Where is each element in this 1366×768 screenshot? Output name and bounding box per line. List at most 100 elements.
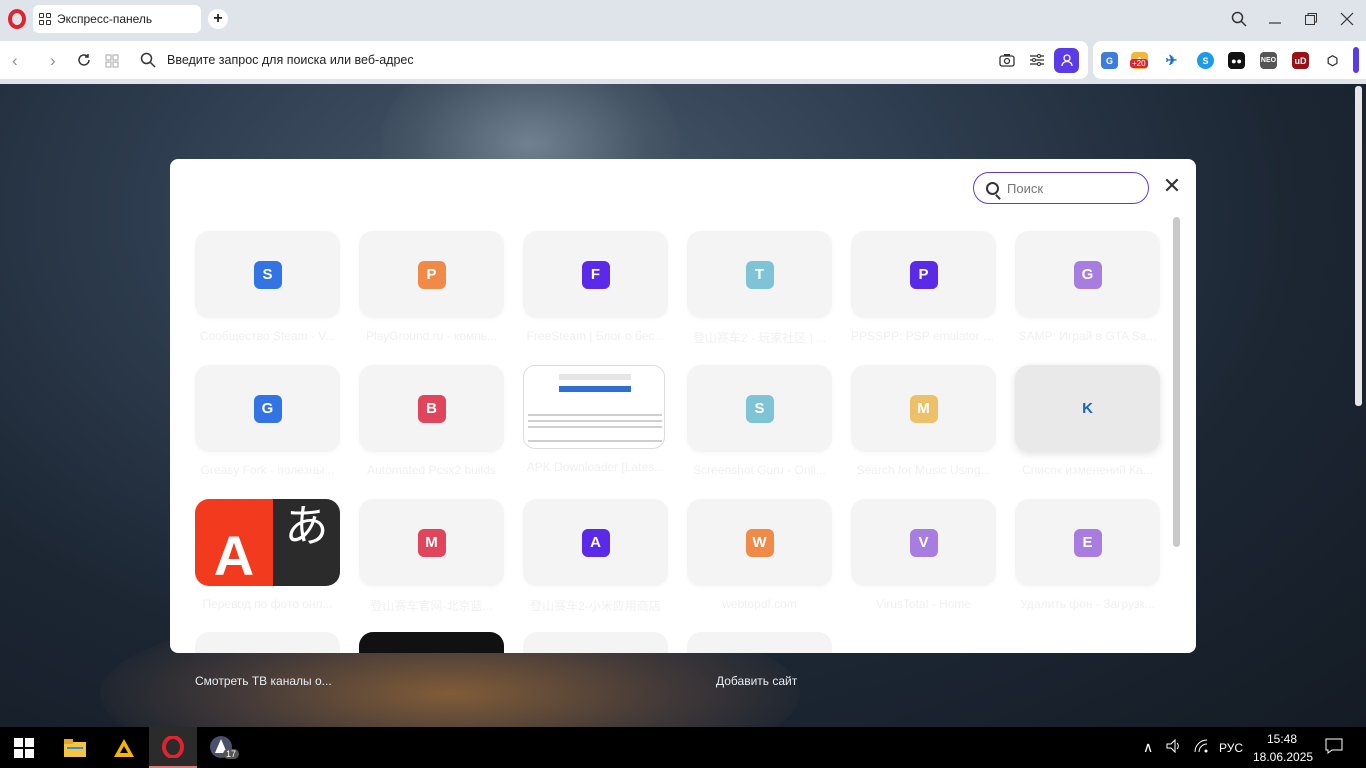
profile-button[interactable] [1054,48,1079,73]
neo-extension-icon[interactable]: NEO [1260,52,1277,69]
volume-icon[interactable] [1166,738,1182,757]
ublock-origin-icon[interactable]: uD [1292,52,1309,69]
search-tabs-icon[interactable] [1228,8,1250,30]
speed-dial-tile[interactable]: E Удалить фон - Загрузк... [1015,499,1160,611]
tab-title: Экспресс-панель [57,12,153,26]
address-input[interactable]: Введите запрос для поиска или веб-адрес [167,53,414,67]
tv-channels-label[interactable]: Смотреть ТВ каналы о... [195,674,332,688]
show-hidden-icons[interactable]: ∧ [1143,739,1153,756]
speed-dial-tile[interactable]: M Search for Music Using... [851,365,996,477]
close-dialog-icon[interactable]: ✕ [1162,175,1182,197]
start-button[interactable] [0,727,48,768]
tab-speed-dial[interactable]: Экспресс-панель [33,5,201,33]
tile-letter-icon: G [253,394,282,423]
shazam-extension-icon[interactable]: S [1197,52,1214,69]
minimize-icon[interactable] [1264,8,1286,30]
extension-badge: +20 [1130,59,1148,68]
tile-screenshot [523,365,665,449]
clock-date[interactable]: 18.06.2025 [1253,750,1313,764]
tile-letter-icon: P [417,260,446,289]
tab-grid-icon[interactable] [105,53,119,73]
tile-title: Automated Pcsx2 builds [367,463,496,477]
speed-dial-tile[interactable]: V VirusTotal - Home [851,499,996,611]
tile-thumbnail: P [359,231,504,318]
windows-taskbar: 17 ∧ РУС 15:48 18.06.2025 [0,727,1366,768]
notifications-icon[interactable] [1325,738,1343,757]
tile-thumbnail: V [851,499,996,586]
tile-thumbnail: S [195,231,340,318]
tile-thumbnail: P [851,231,996,318]
tile-title: webtopdf.com [722,597,797,611]
easy-setup-icon[interactable] [1029,53,1045,71]
tile-thumbnail: W [687,499,832,586]
speed-dial-tile[interactable]: F FreeSteam | Блог о бес... [523,231,668,343]
forward-icon[interactable]: › [50,51,56,71]
camera-icon[interactable] [999,53,1015,71]
tile-title: Список изменений Ка... [1022,463,1153,477]
tile-letter-icon: K [1082,400,1093,417]
speed-dial-tile[interactable]: S Сообщество Steam - V... [195,231,340,343]
add-site-label[interactable]: Добавить сайт [716,674,797,688]
tile-title: 登山赛车2 - 玩家社区 | ... [692,331,827,345]
tile-title: Сообщество Steam - V... [199,329,336,343]
speed-dial-tile[interactable]: S Screenshot Guru - Onli... [687,365,832,477]
translate-latin-glyph: A [195,499,273,586]
tile-thumbnail: G [195,365,340,452]
speed-dial-search[interactable] [973,172,1149,204]
tile-thumbnail: T [687,231,832,318]
dialog-scrollbar[interactable] [1173,217,1180,547]
app-triangle-button[interactable] [101,727,147,768]
partial-tile [359,632,504,653]
tile-letter-icon: V [909,528,938,557]
tampermonkey-extension-icon[interactable]: ●● [1228,52,1245,69]
speed-dial-tile[interactable]: A 登山赛车2-小米应用商店 [523,499,668,614]
speed-dial-tile[interactable]: P PlayGround.ru - компь... [359,231,504,343]
network-icon[interactable] [1193,738,1209,757]
plane-extension-icon[interactable]: ✈ [1163,52,1180,69]
notification-count-badge: 17 [223,749,240,759]
tile-thumbnail: M [851,365,996,452]
speed-dial-tile[interactable]: G SAMP: Играй в GTA Sa... [1015,231,1160,343]
translate-app-thumbnail: A あ [195,499,340,586]
speed-dial-tile[interactable]: B Automated Pcsx2 builds [359,365,504,477]
speed-dial-search-input[interactable] [1007,180,1137,196]
tile-thumbnail: B [359,365,504,452]
speed-dial-tile[interactable]: P PPSSPP: PSP emulator f... [851,231,996,343]
clock-time[interactable]: 15:48 [1267,732,1297,746]
partial-tile [687,632,832,653]
translator-extension-icon[interactable]: G [1101,52,1118,69]
speed-dial-tile[interactable]: APK Downloader [Lates... [523,365,668,474]
user-icon [1060,54,1073,67]
tile-thumbnail: F [523,231,668,318]
speed-dial-tile[interactable]: K Список изменений Ка... [1015,365,1160,477]
speed-dial-tile[interactable]: G Greasy Fork - полезны... [195,365,340,477]
tile-letter-icon: E [1073,528,1102,557]
opera-logo-icon[interactable] [8,9,26,29]
back-icon[interactable]: ‹ [12,51,18,71]
windows-logo-icon [14,737,34,758]
pinned-app-button[interactable]: 17 [201,727,243,768]
reload-icon[interactable] [77,52,91,72]
new-tab-button[interactable]: + [208,9,228,29]
opera-taskbar-button[interactable] [149,727,197,768]
extensions-cube-icon[interactable]: ⬡ [1324,52,1341,69]
tile-thumbnail: G [1015,231,1160,318]
speed-dial-tile[interactable]: Wwebtopdf.com [687,499,832,611]
page-scrollbar[interactable] [1355,86,1362,406]
speed-dial-all-sites-dialog: ✕ S Сообщество Steam - V... P PlayGround.r… [170,159,1196,653]
restore-icon[interactable] [1300,8,1322,30]
tile-letter-icon: P [909,260,938,289]
tile-thumbnail: E [1015,499,1160,586]
input-language[interactable]: РУС [1219,741,1243,755]
tile-letter-icon: M [417,528,446,557]
tile-letter-icon: T [745,260,774,289]
tile-letter-icon: B [417,394,446,423]
speed-dial-tile[interactable]: A あ Перевод по фото онл... [195,499,340,611]
close-window-icon[interactable] [1336,8,1358,30]
speed-dial-tile[interactable]: M 登山赛车官网-北京蓝... [359,499,504,614]
tile-thumbnail: A [523,499,668,586]
speed-dial-tile[interactable]: T 登山赛车2 - 玩家社区 | ... [687,231,832,346]
tile-letter-icon: S [253,260,282,289]
file-explorer-button[interactable] [52,727,98,768]
sidebar-toggle[interactable] [1353,47,1359,73]
